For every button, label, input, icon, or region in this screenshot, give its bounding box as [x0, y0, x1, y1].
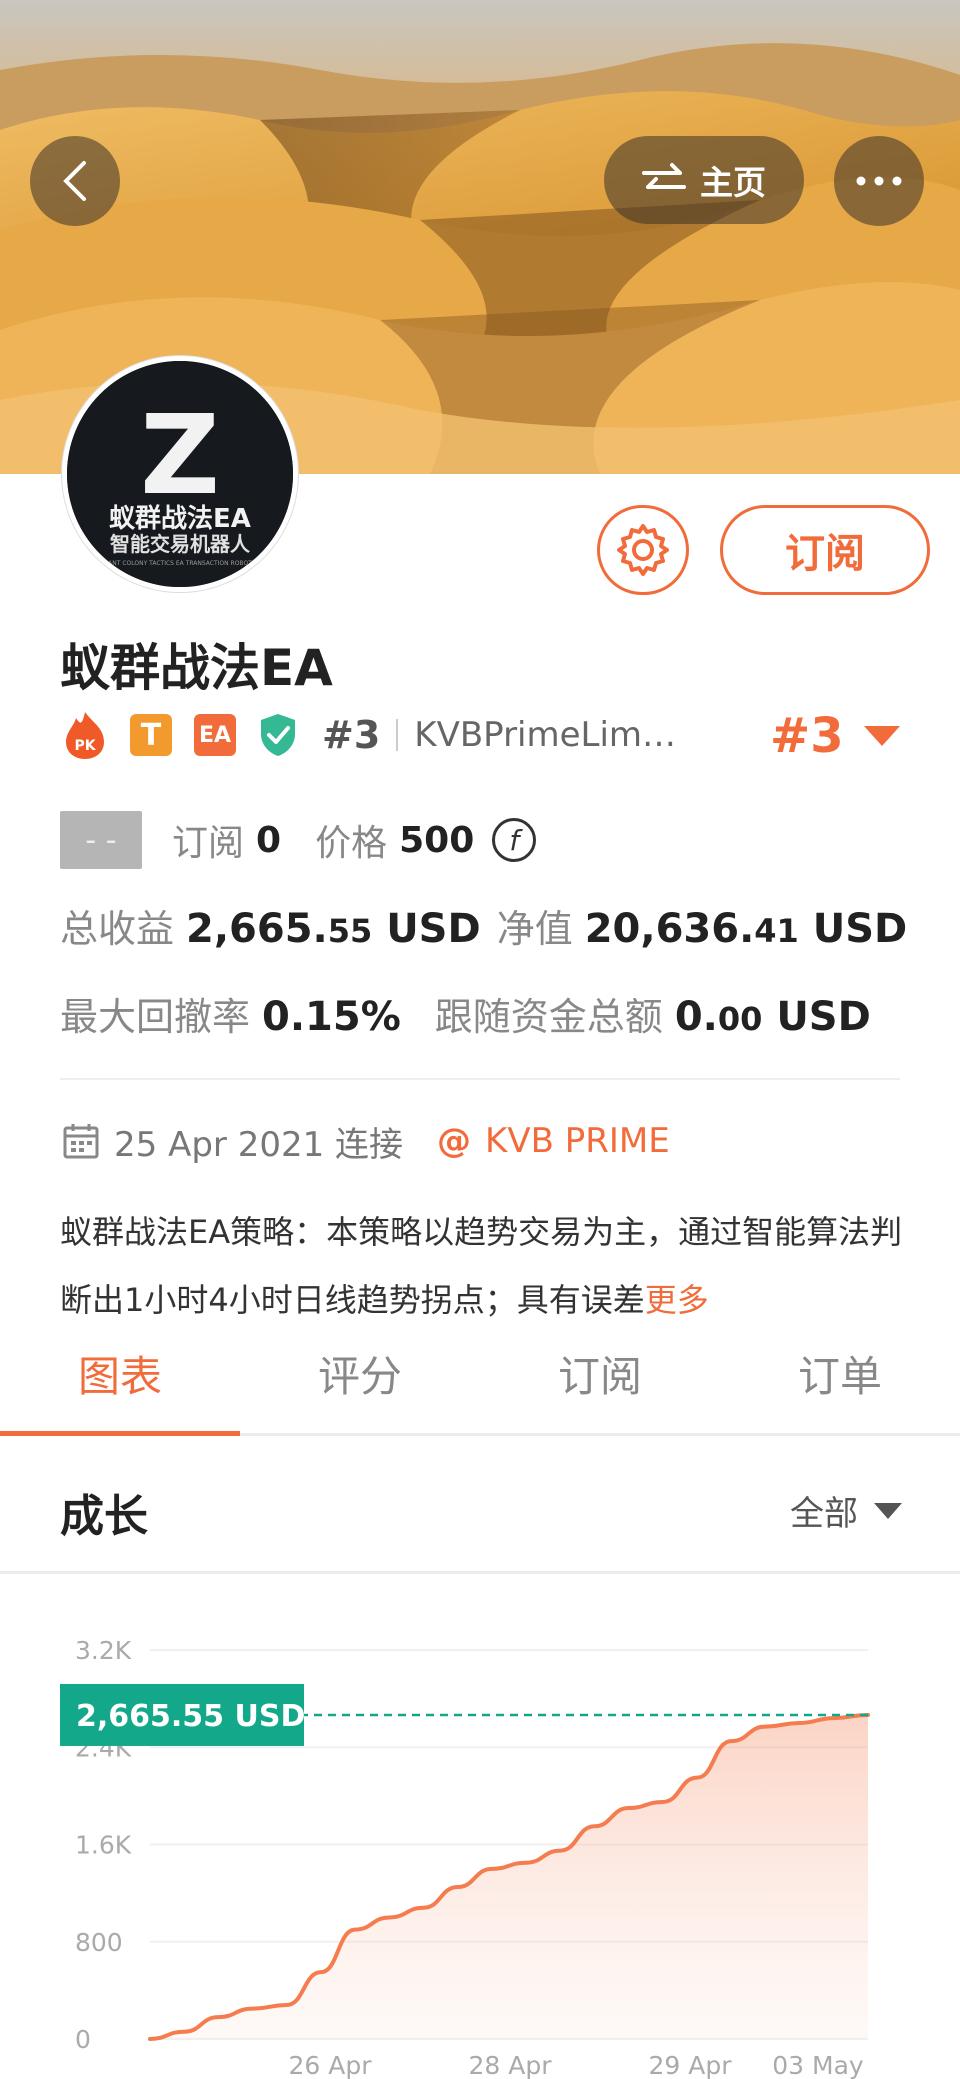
tab-subscription[interactable]: 订阅: [480, 1314, 720, 1433]
current-value-tag: 2,665.55 USD: [60, 1683, 305, 1746]
subscribe-button[interactable]: 订阅: [720, 505, 930, 595]
y-tick-label: 1.6K: [75, 1831, 132, 1860]
x-tick-label: 03 May: [772, 2051, 864, 2079]
broker-link[interactable]: @ KVB PRIME: [437, 1121, 670, 1161]
divider: [396, 719, 399, 751]
ea-logo: Z 蚁群战法EA 智能交易机器人 ANT COLONY TACTICS EA T…: [67, 361, 293, 587]
growth-header: 成长 全部: [0, 1436, 960, 1574]
t-badge: T: [130, 714, 172, 756]
more-button[interactable]: [834, 136, 924, 226]
svg-text:PK: PK: [74, 738, 96, 754]
subs-label: 订阅: [172, 823, 245, 864]
logo-letter: Z: [140, 391, 220, 519]
range-label: 全部: [790, 1494, 858, 1534]
logo-tagline: ANT COLONY TACTICS EA TRANSACTION ROBOT: [108, 560, 252, 567]
equity-label: 净值: [496, 907, 573, 951]
y-tick-label: 0: [75, 2025, 91, 2054]
gear-icon: [617, 524, 669, 576]
coin-icon: f: [492, 818, 537, 862]
broker-tag: KVB PRIME: [485, 1121, 670, 1161]
tab-chart[interactable]: 图表: [0, 1314, 240, 1436]
tab-rating[interactable]: 评分: [240, 1314, 480, 1433]
rank-dropdown[interactable]: #3: [770, 708, 900, 764]
subs-value: 0: [256, 819, 282, 861]
connected-date: 25 Apr 2021 连接: [114, 1124, 404, 1165]
home-label: 主页: [700, 163, 766, 202]
range-dropdown[interactable]: 全部: [790, 1486, 902, 1535]
current-value-label: 2,665.55 USD: [76, 1699, 305, 1734]
subscription-row: - - 订阅 0 价格 500 f: [60, 810, 537, 870]
x-tick-label: 26 Apr: [288, 2051, 372, 2079]
at-icon: @: [437, 1121, 472, 1161]
triangle-down-icon: [863, 726, 900, 746]
y-tick-label: 800: [75, 1928, 123, 1957]
drawdown-label: 最大回撤率: [60, 995, 251, 1039]
avatar[interactable]: Z 蚁群战法EA 智能交易机器人 ANT COLONY TACTICS EA T…: [62, 356, 298, 592]
back-button[interactable]: [30, 136, 120, 226]
rank-big-label: #3: [770, 708, 844, 764]
broker-name[interactable]: KVBPrimeLim…: [414, 715, 676, 755]
price-value: 500: [399, 819, 475, 861]
more-dots-icon: [856, 176, 902, 186]
badge-row: PK T EA #3 KVBPrimeLim…: [62, 705, 676, 765]
rank-label: #3: [322, 713, 381, 757]
status-tag: - -: [60, 811, 142, 869]
settings-button[interactable]: [597, 505, 689, 595]
divider: [60, 1078, 900, 1080]
equity-value: 20,636.41 USD: [584, 906, 908, 952]
description-text: 蚁群战法EA策略：本策略以趋势交易为主，通过智能算法判断出1小时4小时日线趋势拐…: [60, 1213, 903, 1319]
x-tick-label: 29 Apr: [648, 2051, 732, 2079]
logo-title: 蚁群战法EA: [109, 504, 251, 534]
meta-row: 25 Apr 2021 连接 @ KVB PRIME: [62, 1116, 670, 1166]
chevron-left-icon: [63, 161, 86, 201]
logo-subtitle: 智能交易机器人: [110, 532, 251, 556]
drawdown-row: 最大回撤率 0.15% 跟随资金总额 0.00 USD: [60, 986, 905, 1046]
drawdown-value: 0.15%: [262, 994, 401, 1040]
growth-title: 成长: [60, 1491, 148, 1542]
page-title: 蚁群战法EA: [60, 639, 333, 697]
pk-fire-icon: PK: [66, 712, 104, 759]
growth-area: [150, 1714, 868, 2039]
total-income-label: 总收益: [60, 907, 175, 951]
price-label: 价格: [315, 823, 388, 864]
follow-value: 0.00 USD: [674, 994, 871, 1040]
tab-bar: 图表 评分 订阅 订单: [0, 1314, 960, 1436]
income-row: 总收益 2,665.55 USD 净值 20,636.41 USD: [60, 898, 941, 958]
home-switch-button[interactable]: 主页: [604, 136, 804, 224]
growth-chart: 3.2K2.4K1.6K800026 Apr 28 Apr 29 Apr 03 May…: [60, 1636, 870, 2079]
triangle-down-icon: [874, 1502, 902, 1519]
x-tick-label: 28 Apr: [468, 2051, 552, 2079]
total-income-value: 2,665.55 USD: [186, 906, 481, 952]
calendar-icon: [63, 1124, 99, 1159]
shield-check-icon: [261, 714, 295, 756]
swap-icon: [642, 163, 686, 189]
follow-label: 跟随资金总额: [434, 995, 663, 1039]
ea-badge: EA: [194, 714, 236, 756]
y-tick-label: 3.2K: [75, 1636, 132, 1665]
tab-orders[interactable]: 订单: [720, 1314, 960, 1433]
